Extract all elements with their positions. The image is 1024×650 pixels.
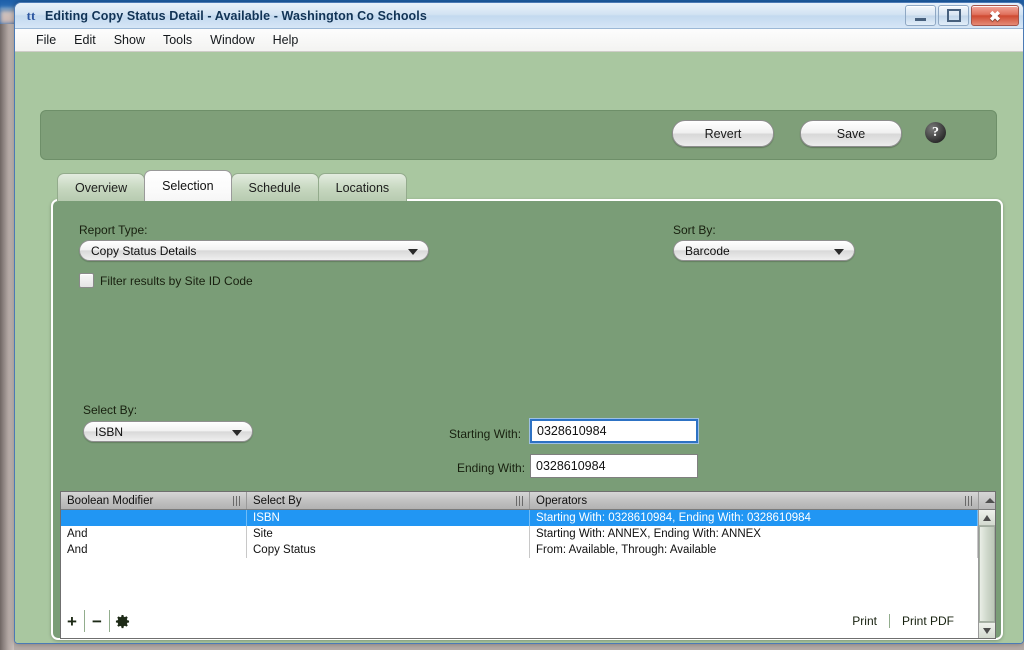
menu-bar: File Edit Show Tools Window Help <box>15 29 1023 52</box>
starting-with-input[interactable]: 0328610984 <box>530 419 698 443</box>
save-button[interactable]: Save <box>800 120 902 147</box>
tab-schedule[interactable]: Schedule <box>230 173 319 201</box>
app-icon-glyph: tt <box>26 7 36 23</box>
sort-indicator-icon <box>985 498 995 503</box>
panel-footer: + − Print Print PDF <box>60 608 996 634</box>
chevron-down-icon <box>232 429 242 436</box>
menu-item-window[interactable]: Window <box>201 31 263 49</box>
window-title: Editing Copy Status Detail - Available -… <box>45 8 427 23</box>
column-header-select-by[interactable]: Select By <box>247 492 530 509</box>
remove-criteria-button[interactable]: − <box>84 610 109 632</box>
sort-by-dropdown[interactable]: Barcode <box>673 240 855 261</box>
filter-site-id-checkbox[interactable] <box>79 273 94 288</box>
cell-select-by: ISBN <box>247 510 530 526</box>
chevron-up-icon <box>983 514 991 521</box>
report-type-value: Copy Status Details <box>91 243 197 258</box>
column-header-label: Select By <box>253 494 302 507</box>
gear-icon <box>115 614 130 629</box>
cell-operators: From: Available, Through: Available <box>530 542 978 558</box>
filter-site-id-label: Filter results by Site ID Code <box>100 273 253 288</box>
add-criteria-button[interactable]: + <box>60 610 84 632</box>
minimize-icon <box>915 17 926 21</box>
cell-boolean-modifier <box>61 510 247 526</box>
revert-button[interactable]: Revert <box>672 120 774 147</box>
menu-item-edit[interactable]: Edit <box>65 31 105 49</box>
menu-item-help[interactable]: Help <box>264 31 308 49</box>
ending-with-input[interactable]: 0328610984 <box>530 454 698 478</box>
report-type-dropdown[interactable]: Copy Status Details <box>79 240 429 261</box>
column-resize-grip-icon[interactable] <box>965 495 974 506</box>
cell-select-by: Copy Status <box>247 542 530 558</box>
select-by-label: Select By: <box>83 403 138 417</box>
report-type-label: Report Type: <box>79 223 148 237</box>
close-icon: ✖ <box>989 7 1001 24</box>
menu-item-file[interactable]: File <box>27 31 65 49</box>
column-resize-grip-icon[interactable] <box>233 495 242 506</box>
chevron-down-icon <box>834 248 844 255</box>
close-button[interactable]: ✖ <box>971 5 1019 26</box>
column-header-operators[interactable]: Operators <box>530 492 979 509</box>
tab-overview[interactable]: Overview <box>57 173 146 201</box>
app-icon: tt <box>23 8 39 24</box>
table-row[interactable]: ISBN Starting With: 0328610984, Ending W… <box>61 510 978 526</box>
menu-item-tools[interactable]: Tools <box>154 31 201 49</box>
menu-item-show[interactable]: Show <box>105 31 154 49</box>
select-by-dropdown[interactable]: ISBN <box>83 421 253 442</box>
window-controls: ✖ <box>905 5 1019 26</box>
minimize-button[interactable] <box>905 5 936 26</box>
maximize-icon <box>946 9 961 22</box>
criteria-settings-button[interactable] <box>109 610 134 632</box>
ending-with-label: Ending With: <box>457 461 526 475</box>
action-bar: Revert Save ? <box>40 110 997 160</box>
selection-panel: Report Type: Copy Status Details Sort By… <box>51 199 1003 640</box>
cell-boolean-modifier: And <box>61 542 247 558</box>
column-header-boolean-modifier[interactable]: Boolean Modifier <box>61 492 247 509</box>
tab-locations[interactable]: Locations <box>317 173 408 201</box>
help-button[interactable]: ? <box>925 122 946 143</box>
background-window-edge <box>0 24 14 650</box>
sort-by-label: Sort By: <box>673 223 716 237</box>
tab-strip: Overview Selection Schedule Locations <box>57 170 408 201</box>
print-pdf-link[interactable]: Print PDF <box>888 614 966 628</box>
sort-by-value: Barcode <box>685 243 730 258</box>
column-header-label: Boolean Modifier <box>67 494 154 507</box>
column-resize-grip-icon[interactable] <box>516 495 525 506</box>
cell-operators: Starting With: 0328610984, Ending With: … <box>530 510 978 526</box>
starting-with-label: Starting With: <box>449 427 522 441</box>
title-bar: tt Editing Copy Status Detail - Availabl… <box>15 3 1023 29</box>
table-options-button[interactable] <box>979 492 995 509</box>
application-window: tt Editing Copy Status Detail - Availabl… <box>14 2 1024 644</box>
maximize-button[interactable] <box>938 5 969 26</box>
select-by-value: ISBN <box>95 424 124 439</box>
scroll-up-button[interactable] <box>979 510 995 526</box>
cell-boolean-modifier: And <box>61 526 247 542</box>
tab-selection[interactable]: Selection <box>144 170 232 201</box>
screen: tt Editing Copy Status Detail - Availabl… <box>0 0 1024 650</box>
table-row[interactable]: And Site Starting With: ANNEX, Ending Wi… <box>61 526 978 542</box>
app-frame: Revert Save ? Overview Selection Schedul… <box>23 58 1015 640</box>
cell-operators: Starting With: ANNEX, Ending With: ANNEX <box>530 526 978 542</box>
table-row[interactable]: And Copy Status From: Available, Through… <box>61 542 978 558</box>
panel-footer-links: Print Print PDF <box>840 614 996 628</box>
print-link[interactable]: Print <box>840 614 889 628</box>
chevron-down-icon <box>408 248 418 255</box>
app-canvas: Revert Save ? Overview Selection Schedul… <box>15 52 1023 643</box>
cell-select-by: Site <box>247 526 530 542</box>
column-header-label: Operators <box>536 494 588 507</box>
filter-site-id-checkbox-row[interactable]: Filter results by Site ID Code <box>79 273 253 288</box>
table-header-row: Boolean Modifier Select By Operators <box>61 492 995 510</box>
